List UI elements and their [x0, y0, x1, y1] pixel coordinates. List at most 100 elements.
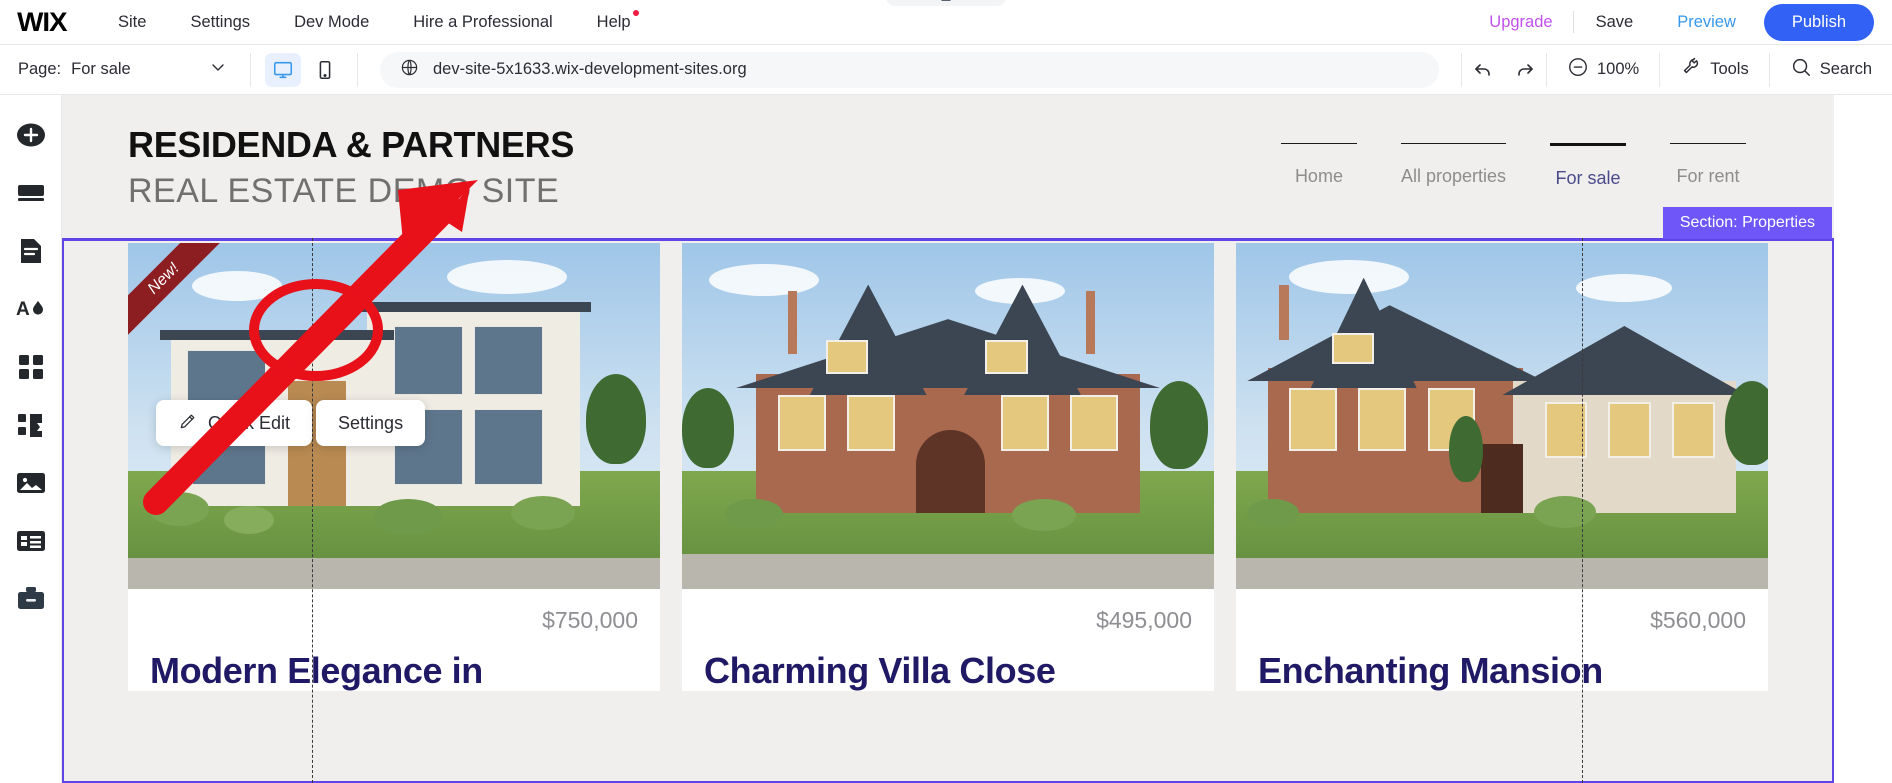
undo-button[interactable]: [1462, 50, 1504, 90]
view-mode-switcher: [251, 52, 357, 87]
property-price: $495,000: [1096, 607, 1192, 633]
preview-button[interactable]: Preview: [1655, 13, 1758, 32]
desktop-view-button[interactable]: [265, 52, 301, 87]
settings-button[interactable]: Settings: [316, 400, 426, 446]
nav-item-all-properties-label: All properties: [1400, 166, 1506, 186]
page-icon: [20, 239, 41, 263]
page-selector[interactable]: Page: For sale: [0, 45, 250, 94]
property-image: [682, 243, 1214, 589]
property-image: [1236, 243, 1768, 589]
table-icon: [16, 531, 45, 551]
sidebar-item-sections[interactable]: [14, 176, 48, 210]
sidebar-item-add-elements[interactable]: [14, 118, 48, 152]
sidebar-item-business-tools[interactable]: [14, 582, 48, 616]
wix-logo[interactable]: WIX: [0, 7, 97, 38]
quick-edit-button[interactable]: Quick Edit: [156, 400, 313, 446]
sidebar-item-pages[interactable]: [14, 234, 48, 268]
property-title: Enchanting Mansion: [1258, 650, 1603, 691]
globe-icon: [400, 58, 419, 82]
briefcase-icon: [17, 587, 44, 609]
brand-subtitle: REAL ESTATE DEMO SITE: [128, 171, 560, 210]
element-floating-toolbar: Quick Edit Settings: [156, 400, 426, 446]
menu-item-hire-a-professional[interactable]: Hire a Professional: [391, 7, 574, 38]
properties-grid: New! $750,000 Modern Elegance in $495,00…: [62, 243, 1834, 692]
site-url-text: dev-site-5x1633.wix-development-sites.or…: [433, 60, 747, 78]
menu-item-settings[interactable]: Settings: [168, 7, 272, 38]
nav-item-for-sale[interactable]: For sale: [1528, 143, 1648, 189]
nav-item-for-rent[interactable]: For rent: [1648, 143, 1768, 189]
sidebar-item-site-design[interactable]: A: [14, 292, 48, 326]
sidebar-item-integrations[interactable]: [14, 408, 48, 442]
redo-button[interactable]: [1504, 50, 1546, 90]
search-button[interactable]: Search: [1770, 45, 1892, 95]
sections-icon: [17, 185, 44, 201]
menu-item-dev-mode[interactable]: Dev Mode: [272, 7, 391, 38]
search-icon: [1790, 56, 1812, 83]
property-card-body: $560,000 Enchanting Mansion: [1236, 589, 1768, 691]
editor-top-bar: WIX Site Settings Dev Mode Hire a Profes…: [0, 0, 1892, 45]
layout-guide: [312, 238, 313, 783]
nav-rule: [1400, 143, 1506, 144]
nav-item-home-label: Home: [1294, 166, 1343, 186]
grid-icon: [18, 355, 43, 379]
brand-title: RESIDENDA & PARTNERS: [128, 124, 575, 165]
page-selector-label: Page:: [18, 60, 62, 78]
sidebar-item-media[interactable]: [14, 466, 48, 500]
top-bar-actions: Upgrade Save Preview Publish: [1469, 3, 1892, 41]
editor-canvas[interactable]: RESIDENDA & PARTNERS REAL ESTATE DEMO SI…: [62, 95, 1892, 783]
search-label: Search: [1819, 60, 1872, 78]
zoom-out-icon: [1567, 56, 1589, 83]
menu-item-site[interactable]: Site: [96, 7, 168, 38]
nav-rule-active: [1550, 143, 1626, 146]
help-notification-dot: [632, 9, 639, 16]
quick-edit-label: Quick Edit: [208, 412, 291, 433]
sidebar-item-cms[interactable]: [14, 524, 48, 558]
nav-item-all-properties[interactable]: All properties: [1379, 143, 1528, 189]
property-card-body: $495,000 Charming Villa Close: [682, 589, 1214, 691]
site-url-bar[interactable]: dev-site-5x1633.wix-development-sites.or…: [380, 51, 1439, 88]
tools-button[interactable]: Tools: [1660, 45, 1769, 95]
site-navigation: Home All properties For sale For rent: [1259, 143, 1768, 189]
history-buttons: [1462, 50, 1546, 90]
nav-rule: [1670, 143, 1746, 144]
wrench-icon: [1680, 56, 1702, 83]
zoom-control[interactable]: 100%: [1547, 45, 1659, 95]
editor-body: A RESIDENDA & PARTNERS REAL ESTATE DEMO …: [0, 95, 1892, 783]
property-card[interactable]: New! $750,000 Modern Elegance in: [128, 243, 660, 692]
site-brand: RESIDENDA & PARTNERS REAL ESTATE DEMO SI…: [128, 125, 574, 212]
theme-icon: A: [16, 299, 43, 320]
property-title: Modern Elegance in: [150, 650, 483, 691]
collapse-toolbar-handle[interactable]: [886, 0, 1006, 6]
settings-label: Settings: [338, 412, 404, 433]
divider: [357, 52, 358, 87]
mobile-view-button[interactable]: [307, 53, 343, 87]
upgrade-link[interactable]: Upgrade: [1469, 13, 1572, 32]
sidebar-item-apps[interactable]: [14, 350, 48, 384]
image-icon: [16, 473, 45, 493]
editor-secondary-toolbar: Page: For sale dev-site-5x1633.wix-devel…: [0, 45, 1892, 95]
tools-label: Tools: [1710, 60, 1749, 78]
nav-item-for-rent-label: For rent: [1676, 166, 1740, 186]
property-card-body: $750,000 Modern Elegance in: [128, 589, 660, 691]
svg-text:A: A: [16, 299, 30, 320]
menu-item-help[interactable]: Help: [575, 7, 653, 38]
top-menu: Site Settings Dev Mode Hire a Profession…: [96, 7, 653, 38]
layout-guide: [1582, 238, 1583, 783]
property-card[interactable]: $560,000 Enchanting Mansion: [1236, 243, 1768, 692]
property-title: Charming Villa Close: [704, 650, 1056, 691]
chevron-down-icon: [210, 59, 226, 80]
site-header: RESIDENDA & PARTNERS REAL ESTATE DEMO SI…: [62, 95, 1834, 235]
nav-item-home[interactable]: Home: [1259, 143, 1379, 189]
property-card[interactable]: $495,000 Charming Villa Close: [682, 243, 1214, 692]
page-selector-value: For sale: [71, 60, 131, 78]
publish-button[interactable]: Publish: [1763, 3, 1874, 41]
property-price: $750,000: [542, 607, 638, 633]
puzzle-icon: [17, 414, 42, 437]
plus-circle-icon: [16, 123, 45, 147]
left-sidebar: A: [0, 95, 62, 783]
nav-rule: [1280, 143, 1357, 144]
menu-item-help-label: Help: [596, 12, 631, 31]
pencil-icon: [178, 411, 198, 436]
zoom-level-label: 100%: [1596, 60, 1640, 78]
save-button[interactable]: Save: [1574, 13, 1656, 32]
